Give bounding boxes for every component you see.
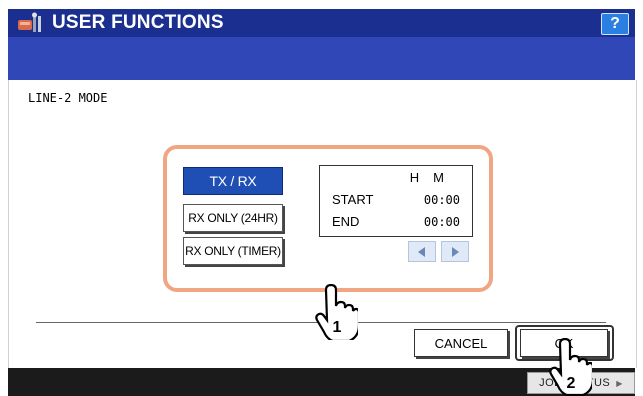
user-functions-icon xyxy=(18,12,41,32)
cancel-button[interactable]: CANCEL xyxy=(414,329,508,357)
arrow-right-icon xyxy=(452,246,459,257)
start-time-value[interactable]: 00:00 xyxy=(424,193,460,207)
page-title: USER FUNCTIONS xyxy=(52,12,224,33)
arrow-left-icon xyxy=(418,246,425,257)
step-1-number: 1 xyxy=(333,319,342,336)
rx-only-24hr-button[interactable]: RX ONLY (24HR) xyxy=(183,204,283,232)
timer-panel: HM START 00:00 END 00:00 xyxy=(319,165,473,237)
rx-only-timer-button[interactable]: RX ONLY (TIMER) xyxy=(183,237,283,265)
start-label: START xyxy=(332,192,374,207)
tx-rx-button[interactable]: TX / RX xyxy=(183,167,283,195)
next-button[interactable] xyxy=(441,241,469,262)
previous-button[interactable] xyxy=(408,241,436,262)
header-band xyxy=(8,37,635,80)
step-2-number: 2 xyxy=(567,375,576,392)
title-bar: USER FUNCTIONS ? xyxy=(8,9,635,38)
end-time-value[interactable]: 00:00 xyxy=(424,215,460,229)
minute-header: M xyxy=(433,170,458,185)
hour-header: H xyxy=(409,170,434,185)
help-button[interactable]: ? xyxy=(601,13,629,35)
mode-label: LINE-2 MODE xyxy=(28,91,108,105)
end-label: END xyxy=(332,214,360,229)
hand-pointer-icon: 1 xyxy=(315,284,358,340)
chevron-right-icon: ▶ xyxy=(616,378,623,388)
timer-column-headers: HM xyxy=(410,170,458,185)
hand-pointer-icon: 2 xyxy=(549,338,592,396)
